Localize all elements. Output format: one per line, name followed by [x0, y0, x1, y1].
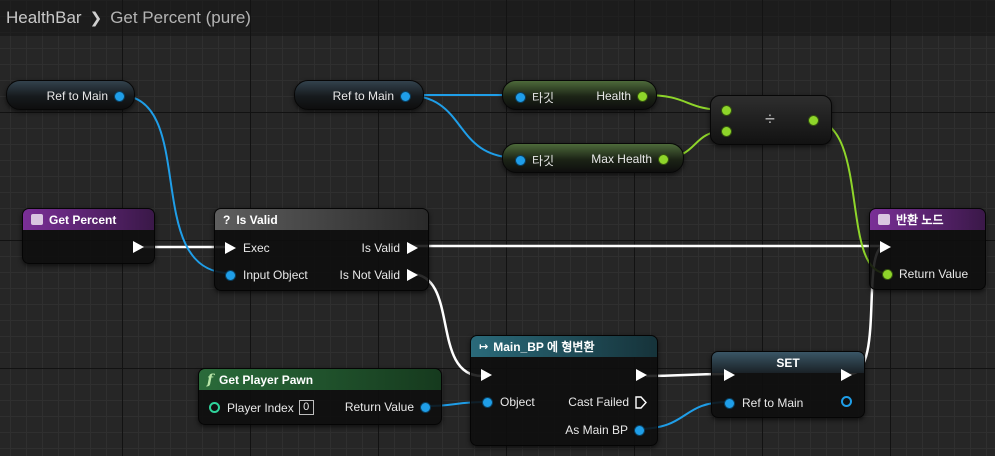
breadcrumb-function: Get Percent (pure) — [110, 8, 251, 27]
is-valid-exec-out[interactable]: Is Valid — [362, 241, 418, 255]
divide-symbol: ÷ — [765, 109, 775, 129]
return-value-label: Return Value — [899, 267, 969, 281]
divide-node[interactable]: ÷ — [710, 95, 832, 145]
float-pin-icon[interactable] — [658, 153, 669, 165]
cast-object-pin[interactable]: Object — [482, 395, 535, 409]
divide-input-a-pin[interactable] — [721, 105, 732, 116]
ref-to-main-label-2: Ref to Main — [332, 89, 394, 103]
exec-out-pin-icon[interactable] — [636, 369, 647, 381]
health-output-pin[interactable]: Health — [596, 89, 648, 103]
input-object-label: Input Object — [243, 268, 308, 282]
ref-to-main-getter-node-2[interactable]: Ref to Main — [294, 80, 424, 110]
is-valid-exec-in[interactable]: Exec — [225, 241, 270, 255]
chevron-right-icon: ❯ — [89, 10, 103, 27]
is-valid-node[interactable]: ? Is Valid Exec Input Object Is Valid Is… — [214, 208, 429, 291]
exec-in-pin-icon[interactable] — [724, 369, 735, 381]
object-pin-icon[interactable] — [634, 424, 645, 436]
get-percent-title: Get Percent — [49, 212, 117, 227]
max-health-output-pin[interactable]: Max Health — [591, 152, 669, 166]
return-value-pin[interactable]: Return Value — [882, 267, 968, 281]
max-health-target-pin[interactable]: 타깃 — [515, 152, 554, 169]
float-pin-icon[interactable] — [882, 268, 893, 280]
exec-out-pin-icon[interactable] — [133, 241, 144, 253]
as-main-bp-pin[interactable]: As Main BP — [565, 423, 645, 437]
float-pin-icon[interactable] — [637, 90, 648, 102]
exec-in-pin-icon[interactable] — [225, 242, 236, 254]
cast-failed-label: Cast Failed — [568, 395, 629, 409]
cast-exec-in[interactable] — [481, 369, 492, 381]
is-not-valid-out-label: Is Not Valid — [339, 268, 400, 282]
get-player-pawn-title: Get Player Pawn — [219, 372, 314, 387]
object-pin-hollow-icon[interactable] — [841, 396, 852, 407]
cast-failed-pin[interactable]: Cast Failed — [568, 395, 647, 409]
object-pin-icon[interactable] — [114, 90, 125, 102]
exec-in-pin-icon[interactable] — [880, 241, 891, 253]
player-index-label: Player Index — [227, 400, 294, 415]
function-entry-icon — [31, 214, 43, 225]
wire-obj-ref2-maxhealth — [403, 94, 520, 159]
max-health-target-label: 타깃 — [532, 154, 555, 168]
health-target-pin[interactable]: 타깃 — [515, 89, 554, 106]
set-ref-to-main-label: Ref to Main — [742, 396, 804, 410]
get-player-pawn-node[interactable]: f Get Player Pawn Player Index 0 Return … — [198, 368, 442, 425]
object-pin-icon[interactable] — [515, 92, 526, 103]
player-index-pin[interactable]: Player Index 0 — [209, 400, 314, 415]
return-exec-in[interactable] — [880, 241, 891, 253]
object-pin-icon[interactable] — [724, 397, 735, 409]
set-ref-to-main-node[interactable]: SET Ref to Main — [711, 351, 865, 418]
is-valid-input-object[interactable]: Input Object — [225, 268, 308, 282]
function-icon: f — [207, 371, 214, 388]
return-node[interactable]: 반환 노드 Return Value — [869, 208, 986, 290]
as-main-bp-label: As Main BP — [565, 423, 628, 437]
cast-exec-out[interactable] — [636, 369, 647, 381]
set-ref-to-main-output[interactable] — [841, 396, 852, 407]
set-title: SET — [776, 355, 800, 370]
ref-to-main-output-pin-2[interactable]: Ref to Main — [333, 89, 411, 103]
cast-to-main-bp-node[interactable]: ↦ Main_BP 에 형변환 Object Cast Failed As Ma… — [470, 335, 658, 446]
exec-out-pin-icon[interactable] — [407, 242, 418, 254]
object-pin-icon[interactable] — [225, 269, 236, 281]
get-percent-exec-out[interactable] — [133, 241, 144, 253]
cast-object-label: Object — [500, 395, 535, 409]
object-pin-icon[interactable] — [400, 90, 411, 102]
get-health-node[interactable]: 타깃 Health — [502, 80, 657, 110]
cast-icon: ↦ — [479, 341, 489, 353]
exec-in-pin-icon[interactable] — [481, 369, 492, 381]
divide-input-b-pin[interactable] — [721, 126, 732, 137]
player-pawn-return-label: Return Value — [344, 400, 414, 414]
set-ref-to-main-input[interactable]: Ref to Main — [724, 396, 803, 410]
max-health-output-label: Max Health — [591, 152, 652, 166]
health-output-label: Health — [596, 89, 631, 103]
breadcrumb: HealthBar ❯ Get Percent (pure) — [0, 0, 995, 36]
exec-out-pin-icon[interactable] — [407, 269, 418, 281]
object-pin-icon[interactable] — [420, 401, 431, 413]
ref-to-main-getter-node[interactable]: Ref to Main — [6, 80, 135, 110]
return-node-title: 반환 노드 — [896, 213, 944, 227]
breadcrumb-blueprint[interactable]: HealthBar — [6, 8, 82, 28]
set-exec-in[interactable] — [724, 369, 735, 381]
exec-in-label: Exec — [243, 241, 270, 255]
function-return-icon — [878, 214, 890, 225]
set-exec-out[interactable] — [841, 369, 852, 381]
object-pin-icon[interactable] — [515, 155, 526, 166]
is-valid-title: Is Valid — [236, 212, 278, 227]
divide-output-pin[interactable] — [808, 115, 819, 126]
object-pin-icon[interactable] — [482, 396, 493, 408]
exec-out-hollow-pin-icon[interactable] — [635, 395, 647, 409]
get-max-health-node[interactable]: 타깃 Max Health — [502, 143, 684, 173]
int-pin-icon[interactable] — [209, 402, 220, 413]
ref-to-main-label: Ref to Main — [46, 89, 108, 103]
health-target-label: 타깃 — [532, 91, 555, 105]
player-index-input[interactable]: 0 — [298, 400, 314, 415]
question-icon: ? — [223, 212, 231, 227]
cast-title: Main_BP 에 형변환 — [493, 340, 595, 354]
is-valid-out-label: Is Valid — [361, 241, 400, 255]
ref-to-main-output-pin[interactable]: Ref to Main — [47, 89, 125, 103]
is-not-valid-exec-out[interactable]: Is Not Valid — [340, 268, 418, 282]
get-percent-entry-node[interactable]: Get Percent — [22, 208, 155, 264]
exec-out-pin-icon[interactable] — [841, 369, 852, 381]
player-pawn-return-pin[interactable]: Return Value — [345, 400, 431, 414]
